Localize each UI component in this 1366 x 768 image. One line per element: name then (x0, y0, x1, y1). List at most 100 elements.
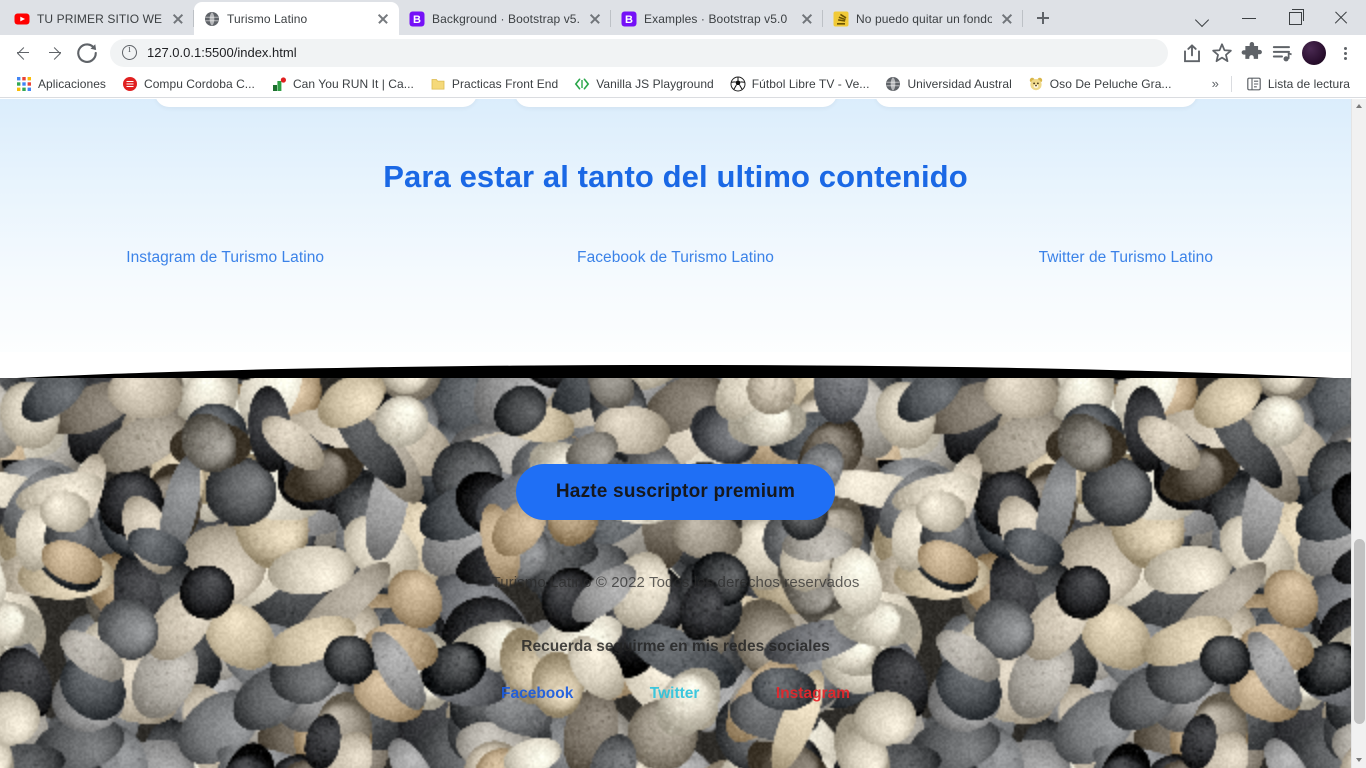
social-col-instagram: Instagram de Turismo Latino (0, 249, 450, 267)
reload-glyph (77, 42, 97, 63)
card-3-bottom (874, 99, 1197, 107)
bookmark-label: Vanilla JS Playground (596, 76, 714, 91)
link-facebook-turismo-latino[interactable]: Facebook de Turismo Latino (577, 249, 774, 266)
cards-row-partial (0, 99, 1351, 107)
scroll-up-icon[interactable] (1352, 99, 1366, 114)
stackoverflow-icon (833, 11, 849, 26)
cta-wrapper: Hazte suscriptor premium (0, 464, 1351, 520)
page-scrollbar[interactable] (1351, 99, 1366, 768)
tab-close-button[interactable] (170, 11, 186, 27)
bookmark-item-oso-de-peluche[interactable]: Oso De Peluche Gra... (1020, 73, 1180, 95)
browser-tab-2[interactable]: Turismo Latino (194, 2, 399, 35)
bookmark-item-can-you-run-it[interactable]: Can You RUN It | Ca... (263, 73, 422, 95)
reading-list-label: Lista de lectura (1267, 76, 1350, 91)
tab-title: Background · Bootstrap v5.0 (432, 11, 580, 26)
apps-grid-icon (17, 76, 31, 91)
reading-list-button[interactable]: Lista de lectura (1238, 73, 1358, 95)
teddy-bear-icon (1029, 77, 1042, 90)
close-icon[interactable] (1318, 2, 1364, 34)
bookmark-apps[interactable]: Aplicaciones (8, 73, 114, 95)
bookmark-label: Fútbol Libre TV - Ve... (751, 76, 870, 91)
star-icon[interactable] (1208, 39, 1236, 67)
minimize-icon[interactable] (1226, 2, 1272, 34)
tab-title: Examples · Bootstrap v5.0 (644, 11, 788, 26)
bookmarks-divider (1230, 75, 1232, 92)
tab-close-button[interactable] (799, 11, 815, 27)
reading-list-icon (1247, 77, 1261, 90)
scrollbar-thumb[interactable] (1354, 539, 1365, 724)
bootstrap-icon: B (409, 11, 425, 26)
footer-link-facebook[interactable]: Facebook (501, 685, 573, 703)
reload-icon[interactable] (72, 38, 102, 68)
footer-link-twitter[interactable]: Twitter (650, 685, 700, 703)
social-col-twitter: Twitter de Turismo Latino (901, 249, 1351, 267)
web-page: Para estar al tanto del ultimo contenido… (0, 99, 1351, 768)
tab-close-button[interactable] (587, 11, 603, 27)
browser-toolbar: 127.0.0.1:5500/index.html (0, 35, 1366, 70)
puzzle-glyph (1241, 41, 1262, 59)
svg-text:B: B (413, 14, 421, 26)
canyourunit-icon (272, 76, 286, 91)
tab-close-button[interactable] (999, 11, 1015, 27)
bookmark-label: Practicas Front End (451, 76, 559, 91)
browser-window: TU PRIMER SITIO WEB CON B Turismo Latino… (0, 0, 1366, 768)
newsletter-section: Para estar al tanto del ultimo contenido… (0, 99, 1351, 384)
link-twitter-turismo-latino[interactable]: Twitter de Turismo Latino (1039, 249, 1213, 266)
avatar[interactable] (1302, 40, 1326, 65)
address-bar[interactable]: 127.0.0.1:5500/index.html (110, 38, 1168, 67)
bootstrap-icon: B (621, 11, 637, 26)
maximize-icon[interactable] (1272, 2, 1318, 34)
media-list-icon[interactable] (1268, 39, 1296, 67)
new-tab-button[interactable] (1029, 4, 1057, 32)
footer-link-instagram[interactable]: Instagram (776, 685, 850, 703)
bookmark-label: Oso De Peluche Gra... (1049, 76, 1172, 91)
share-icon[interactable] (1178, 39, 1206, 67)
star-glyph (1212, 42, 1232, 62)
social-links-row: Instagram de Turismo Latino Facebook de … (0, 249, 1351, 267)
bookmark-item-universidad-austral[interactable]: Universidad Austral (877, 73, 1019, 95)
subscribe-premium-button[interactable]: Hazte suscriptor premium (515, 464, 836, 520)
tab-close-button[interactable] (375, 11, 391, 27)
code-brackets-icon (574, 78, 590, 89)
bookmark-label: Compu Cordoba C... (143, 76, 255, 91)
link-instagram-turismo-latino[interactable]: Instagram de Turismo Latino (126, 249, 324, 266)
browser-tab-1[interactable]: TU PRIMER SITIO WEB CON B (4, 2, 194, 35)
bookmark-label: Can You RUN It | Ca... (292, 76, 414, 91)
svg-text:B: B (625, 14, 633, 26)
chevron-down-icon[interactable] (1180, 2, 1226, 34)
tab-title: No puedo quitar un fondo tr (856, 11, 992, 26)
scroll-down-icon[interactable] (1352, 753, 1366, 768)
share-glyph (1184, 43, 1200, 62)
forward-arrow-icon[interactable] (40, 38, 70, 68)
bookmarks-bar: Aplicaciones Compu Cordoba C... Can You … (0, 70, 1366, 98)
kebab-menu-icon[interactable] (1332, 39, 1358, 67)
card-1-bottom (154, 99, 477, 107)
copyright-text: Turismo Latino © 2022 Todos los derechos… (491, 574, 860, 591)
bookmark-item-vanilla-js-playground[interactable]: Vanilla JS Playground (566, 73, 722, 95)
youtube-icon (14, 13, 30, 24)
media-list-glyph (1272, 45, 1292, 61)
follow-me-text: Recuerda seguirme en mis redes sociales (521, 638, 830, 655)
globe-icon (205, 11, 219, 26)
bookmark-label: Universidad Austral (907, 76, 1012, 91)
bookmark-item-futbol-libre-tv[interactable]: Fútbol Libre TV - Ve... (722, 73, 878, 95)
url-text: 127.0.0.1:5500/index.html (147, 45, 297, 60)
tab-strip: TU PRIMER SITIO WEB CON B Turismo Latino… (0, 0, 1366, 35)
bookmark-folder-practicas-front-end[interactable]: Practicas Front End (422, 73, 566, 95)
bookmarks-overflow-button[interactable]: » (1206, 73, 1225, 94)
footer-social-links: Facebook Twitter Instagram (0, 685, 1351, 703)
compu-cordoba-icon (122, 76, 137, 91)
football-icon (730, 76, 746, 91)
social-col-facebook: Facebook de Turismo Latino (450, 249, 900, 267)
bookmark-label: Aplicaciones (38, 76, 106, 91)
puzzle-piece-icon[interactable] (1238, 39, 1266, 67)
info-circle-icon[interactable] (122, 44, 137, 60)
back-arrow-icon[interactable] (8, 38, 38, 68)
card-2-bottom (514, 99, 837, 107)
page-viewport: Para estar al tanto del ultimo contenido… (0, 99, 1366, 768)
bookmark-item-compu-cordoba[interactable]: Compu Cordoba C... (114, 73, 263, 95)
browser-tab-4[interactable]: B Examples · Bootstrap v5.0 (611, 2, 823, 35)
browser-tab-3[interactable]: B Background · Bootstrap v5.0 (399, 2, 611, 35)
folder-icon (431, 78, 445, 89)
browser-tab-5[interactable]: No puedo quitar un fondo tr (823, 2, 1023, 35)
